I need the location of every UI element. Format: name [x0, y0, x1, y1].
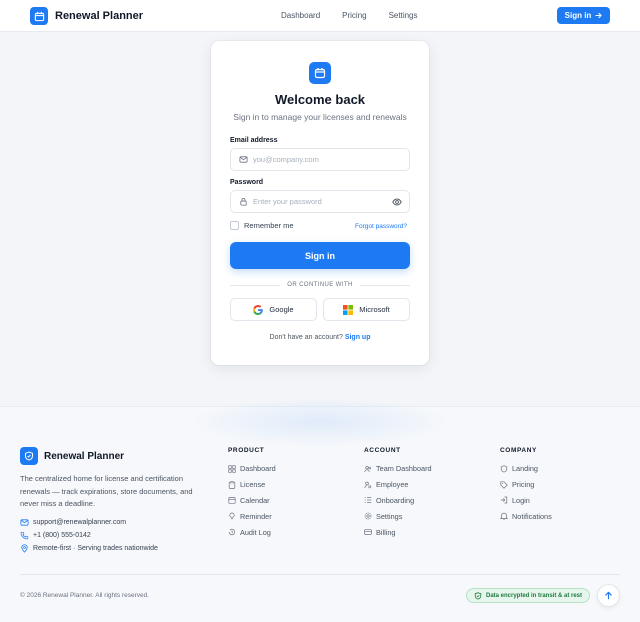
users-icon [364, 465, 372, 473]
password-label: Password [230, 179, 264, 186]
calendar-logo-icon [309, 62, 331, 84]
contact-location-text: Remote-first · Serving trades nationwide [33, 545, 158, 552]
footer-link-notifications[interactable]: Notifications [500, 508, 552, 524]
footer-link-employee[interactable]: Employee [364, 477, 432, 493]
footer-link-calendar[interactable]: Calendar [228, 493, 276, 509]
nav-link-dashboard[interactable]: Dashboard [281, 11, 320, 20]
contact-email[interactable]: support@renewalplanner.com [20, 518, 126, 527]
footer-link-login[interactable]: Login [500, 493, 552, 509]
email-field-wrapper [230, 148, 410, 171]
page-title: Welcome back [274, 92, 366, 107]
contact-phone-text: +1 (800) 555-0142 [33, 532, 91, 539]
mail-icon [238, 155, 248, 165]
microsoft-label: Microsoft [359, 305, 390, 314]
gear-icon [364, 512, 372, 520]
phone-icon [20, 531, 29, 540]
grid-icon [228, 465, 236, 473]
google-label: Google [269, 305, 294, 314]
column-title: ACCOUNT [364, 447, 401, 454]
footer-brand-name: Renewal Planner [44, 450, 125, 462]
google-icon [253, 304, 264, 315]
nav-link-pricing[interactable]: Pricing [342, 11, 366, 20]
footer-column-company: COMPANY Landing Pricing Login Notificati… [500, 447, 552, 524]
divider: OR CONTINUE WITH [230, 280, 410, 290]
main-nav: Dashboard Pricing Settings [281, 11, 440, 20]
password-field-wrapper [230, 190, 410, 213]
security-badge: Data encrypted in transit & at rest [466, 588, 590, 603]
brand-name: Renewal Planner [55, 10, 144, 22]
signup-prompt-text: Don't have an account? [269, 334, 343, 341]
forgot-password-link[interactable]: Forgot password? [355, 223, 407, 230]
contact-location: Remote-first · Serving trades nationwide [20, 544, 158, 553]
footer-link-settings[interactable]: Settings [364, 508, 432, 524]
header-signin-label: Sign in [564, 11, 592, 20]
footer-column-product: PRODUCT Dashboard License Calendar Remin… [228, 447, 276, 540]
footer-link-audit-log[interactable]: Audit Log [228, 524, 276, 540]
footer-link-team-dashboard[interactable]: Team Dashboard [364, 461, 432, 477]
brand[interactable]: Renewal Planner [30, 7, 143, 25]
top-navbar: Renewal Planner Dashboard Pricing Settin… [0, 0, 640, 32]
calendar-logo-icon [30, 7, 48, 25]
mail-icon [20, 518, 29, 527]
contact-phone[interactable]: +1 (800) 555-0142 [20, 531, 91, 540]
list-icon [364, 496, 372, 504]
copyright: © 2026 Renewal Planner. All rights reser… [20, 592, 150, 599]
lock-icon [238, 197, 248, 207]
signin-submit-button[interactable]: Sign in [230, 242, 410, 269]
bell-icon [500, 512, 508, 521]
calendar-icon [228, 496, 236, 505]
remember-me[interactable]: Remember me [230, 221, 294, 230]
clipboard-icon [228, 480, 236, 489]
email-label: Email address [230, 137, 278, 144]
signup-link[interactable]: Sign up [345, 334, 371, 341]
bulb-icon [228, 512, 236, 520]
divider-label: OR CONTINUE WITH [287, 282, 353, 288]
arrow-up-icon [605, 591, 612, 600]
page-subtitle: Sign in to manage your licenses and rene… [233, 112, 407, 122]
footer-description: The centralized home for license and cer… [20, 474, 193, 508]
footer-link-dashboard[interactable]: Dashboard [228, 461, 276, 477]
arrow-right-icon [595, 12, 602, 19]
email-input[interactable] [253, 155, 383, 164]
shield-logo-icon [20, 447, 38, 465]
footer-column-account: ACCOUNT Team Dashboard Employee Onboardi… [364, 447, 432, 540]
map-pin-icon [20, 544, 29, 553]
user-cog-icon [364, 481, 372, 489]
scroll-to-top-button[interactable] [597, 584, 620, 607]
footer-link-billing[interactable]: Billing [364, 524, 432, 540]
remember-label: Remember me [244, 221, 294, 230]
shield-check-icon [474, 591, 482, 600]
login-icon [500, 496, 508, 504]
tag-icon [500, 481, 508, 489]
microsoft-signin-button[interactable]: Microsoft [323, 298, 410, 321]
nav-link-settings[interactable]: Settings [389, 11, 418, 20]
footer-link-onboarding[interactable]: Onboarding [364, 493, 432, 509]
footer-divider [20, 574, 620, 575]
remember-checkbox[interactable] [230, 221, 239, 230]
history-icon [228, 528, 236, 536]
footer-link-license[interactable]: License [228, 477, 276, 493]
column-title: PRODUCT [228, 447, 265, 454]
contact-email-text: support@renewalplanner.com [33, 519, 127, 526]
card-icon [364, 528, 372, 536]
signup-prompt: Don't have an account? Sign up [211, 334, 429, 341]
shield-icon [500, 465, 508, 473]
header-signin-button[interactable]: Sign in [557, 7, 610, 24]
google-signin-button[interactable]: Google [230, 298, 317, 321]
microsoft-icon [343, 304, 354, 315]
footer-link-landing[interactable]: Landing [500, 461, 552, 477]
footer-brand[interactable]: Renewal Planner [20, 447, 124, 465]
footer: Renewal Planner The centralized home for… [0, 397, 640, 622]
password-input[interactable] [253, 197, 383, 206]
footer-link-reminder[interactable]: Reminder [228, 508, 276, 524]
login-card: Welcome back Sign in to manage your lice… [211, 41, 429, 365]
footer-link-pricing[interactable]: Pricing [500, 477, 552, 493]
security-badge-text: Data encrypted in transit & at rest [485, 592, 583, 599]
eye-icon[interactable] [392, 197, 402, 207]
column-title: COMPANY [500, 447, 537, 454]
